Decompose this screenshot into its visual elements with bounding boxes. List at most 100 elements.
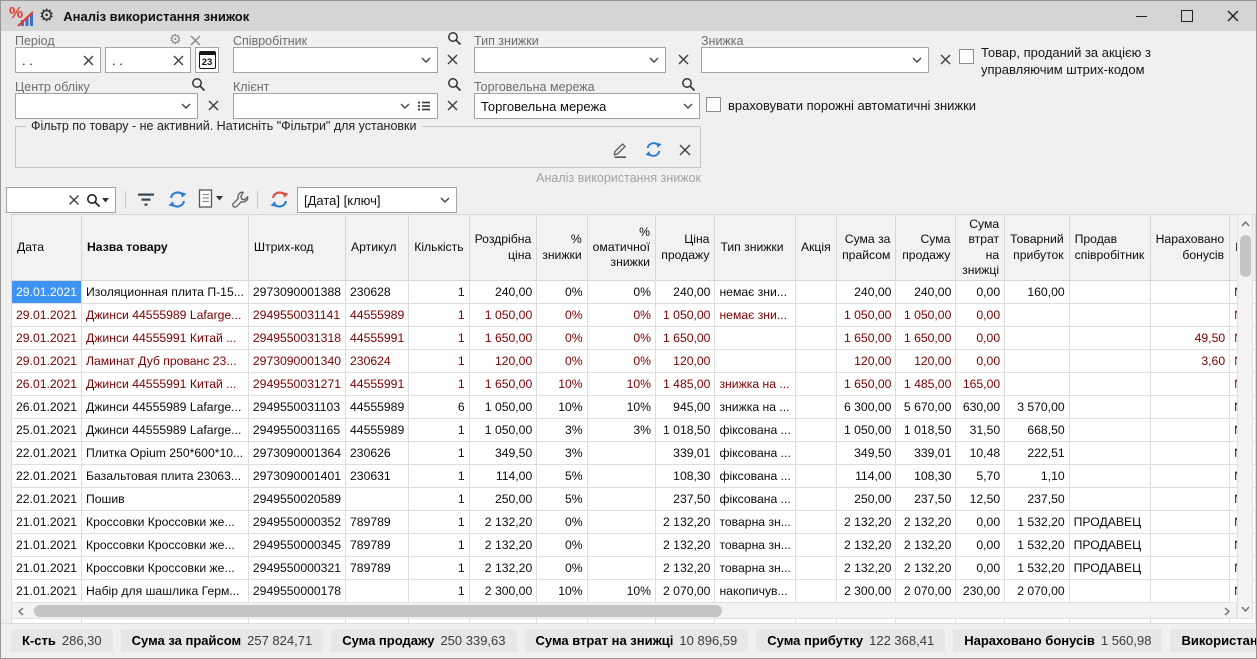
cell[interactable]: 1 [409, 534, 469, 557]
cell[interactable] [1005, 373, 1070, 396]
employee-select[interactable] [233, 47, 438, 73]
cell[interactable]: 1 650,00 [469, 327, 537, 350]
cell[interactable]: 237,50 [896, 488, 956, 511]
cell[interactable]: 2 132,20 [469, 511, 537, 534]
calendar-button[interactable]: 23 [195, 47, 219, 73]
trade-network-select[interactable]: Торговельна мережа [474, 93, 700, 119]
column-header[interactable]: Артикул [346, 215, 409, 281]
cell[interactable] [795, 465, 836, 488]
cell[interactable]: 29.01.2021 [12, 327, 82, 350]
cell[interactable]: 1 050,00 [836, 304, 896, 327]
cell[interactable] [1150, 534, 1230, 557]
cell[interactable]: 120,00 [469, 350, 537, 373]
period-to-input[interactable]: . . [105, 47, 191, 73]
cell[interactable]: 0,00 [956, 350, 1005, 373]
cell[interactable] [1069, 281, 1150, 304]
cell[interactable]: 2 132,20 [836, 511, 896, 534]
cell[interactable]: 165,00 [956, 373, 1005, 396]
cell[interactable]: 1 050,00 [896, 304, 956, 327]
cell[interactable]: 945,00 [655, 396, 714, 419]
cell[interactable]: 1 [409, 327, 469, 350]
cell[interactable] [795, 442, 836, 465]
table-row[interactable]: 29.01.2021Джинси 44555989 Lafarge...2949… [12, 304, 1256, 327]
cell[interactable]: 0,00 [956, 327, 1005, 350]
cell[interactable] [587, 442, 655, 465]
cell[interactable]: 2 132,20 [655, 557, 714, 580]
action-barcode-checkbox[interactable] [959, 49, 974, 64]
cell[interactable]: 2 070,00 [1005, 580, 1070, 603]
cell[interactable]: 2973090001340 [248, 350, 345, 373]
cell[interactable]: фіксована ... [715, 488, 796, 511]
table-row[interactable]: 29.01.2021Джинси 44555991 Китай ...29495… [12, 327, 1256, 350]
cell[interactable]: 237,50 [655, 488, 714, 511]
cell[interactable]: 0% [587, 304, 655, 327]
cell[interactable]: знижка на ... [715, 396, 796, 419]
scroll-down-icon[interactable] [1238, 601, 1252, 617]
cell[interactable] [1069, 419, 1150, 442]
cell[interactable] [795, 557, 836, 580]
cell[interactable]: 668,50 [1005, 419, 1070, 442]
cell[interactable]: 2 132,20 [896, 534, 956, 557]
cell[interactable]: 10% [537, 373, 587, 396]
cell[interactable] [1005, 350, 1070, 373]
refresh-filter-button[interactable] [644, 140, 663, 164]
cell[interactable]: товарна зн... [715, 534, 796, 557]
cell[interactable]: 10% [537, 396, 587, 419]
cell[interactable]: 5% [537, 488, 587, 511]
cell[interactable]: 1 650,00 [655, 327, 714, 350]
cell[interactable]: 630,00 [956, 396, 1005, 419]
column-header[interactable]: Сума втрат на знижці [956, 215, 1005, 281]
cell[interactable]: 29.01.2021 [12, 304, 82, 327]
search-input[interactable] [7, 188, 68, 212]
cell[interactable]: 2949550031103 [248, 396, 345, 419]
cell[interactable]: 1 050,00 [836, 419, 896, 442]
cell[interactable]: 0,00 [956, 534, 1005, 557]
table-row[interactable]: 29.01.2021Изоляционная плита П-15...2973… [12, 281, 1256, 304]
list-picker-icon[interactable] [417, 100, 431, 112]
cell[interactable]: 44555991 [346, 327, 409, 350]
cell[interactable] [1005, 304, 1070, 327]
cell[interactable] [795, 350, 836, 373]
cell[interactable]: 44555989 [346, 396, 409, 419]
cell[interactable]: 26.01.2021 [12, 373, 82, 396]
search-clear-icon[interactable] [68, 194, 80, 206]
cell[interactable] [1069, 580, 1150, 603]
cell[interactable]: 2949550020589 [248, 488, 345, 511]
cell[interactable]: 1 [409, 511, 469, 534]
cell[interactable]: ПРОДАВЕЦ [1069, 534, 1150, 557]
cell[interactable]: 31,50 [956, 419, 1005, 442]
cell[interactable]: 26.01.2021 [12, 396, 82, 419]
cell[interactable]: 1,10 [1005, 465, 1070, 488]
cell[interactable]: 0,00 [956, 557, 1005, 580]
vertical-scrollbar-thumb[interactable] [1240, 235, 1251, 277]
table-row[interactable]: 21.01.2021Кроссовки Кроссовки же...29495… [12, 511, 1256, 534]
cell[interactable]: 1 [409, 419, 469, 442]
cell[interactable]: 1 [409, 281, 469, 304]
cell[interactable] [1069, 304, 1150, 327]
accounting-center-clear-icon[interactable] [207, 99, 220, 112]
clear-icon[interactable] [83, 55, 94, 66]
cell[interactable]: 2 132,20 [469, 534, 537, 557]
maximize-button[interactable] [1164, 1, 1210, 31]
cell[interactable]: 230628 [346, 281, 409, 304]
cell[interactable]: Изоляционная плита П-15... [82, 281, 249, 304]
filter-button[interactable] [137, 192, 155, 207]
cell[interactable]: 0,00 [956, 511, 1005, 534]
cell[interactable] [346, 488, 409, 511]
cell[interactable] [1150, 281, 1230, 304]
column-header[interactable]: Назва товару [82, 215, 249, 281]
cell[interactable]: 25.01.2021 [12, 419, 82, 442]
cell[interactable]: 3% [537, 419, 587, 442]
cell[interactable]: 1 050,00 [469, 419, 537, 442]
cell[interactable]: Базальтовая плита 23063... [82, 465, 249, 488]
cell[interactable]: 1 [409, 488, 469, 511]
cell[interactable]: 1 [409, 557, 469, 580]
cell[interactable]: 2949550031141 [248, 304, 345, 327]
edit-filter-button[interactable] [611, 140, 629, 164]
cell[interactable]: 6 [409, 396, 469, 419]
cell[interactable]: 21.01.2021 [12, 580, 82, 603]
cell[interactable] [587, 465, 655, 488]
cell[interactable]: 0% [537, 557, 587, 580]
accounting-center-search-icon[interactable] [191, 77, 206, 92]
period-from-input[interactable]: . . [15, 47, 101, 73]
